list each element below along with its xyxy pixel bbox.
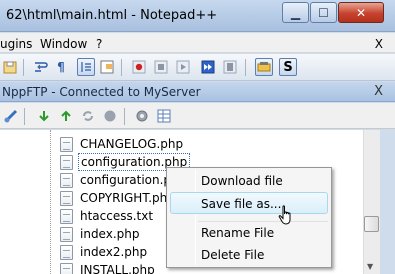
list-item[interactable]: htaccess.txt bbox=[60, 207, 155, 225]
upload-icon[interactable] bbox=[57, 107, 75, 125]
list-item[interactable]: INSTALL.php bbox=[60, 261, 157, 274]
file-icon bbox=[60, 226, 73, 242]
menu-item-save-file-as[interactable]: Save file as... bbox=[201, 197, 281, 211]
file-name: CHANGELOG.php bbox=[80, 137, 184, 151]
show-symbols-icon[interactable]: ¶ bbox=[52, 58, 70, 76]
file-icon bbox=[60, 262, 73, 274]
menu-item-download-file[interactable]: Download file bbox=[201, 174, 283, 188]
run-multiple-icon[interactable] bbox=[199, 58, 217, 76]
file-icon bbox=[60, 172, 73, 188]
menu-plugins[interactable]: ugins bbox=[0, 37, 32, 51]
menu-window[interactable]: Window bbox=[40, 37, 87, 51]
save-macro-icon[interactable] bbox=[221, 58, 239, 76]
window-titlebar: 62\html\main.html - Notepad++ ▁ ☐ ✕ bbox=[0, 0, 395, 32]
maximize-button[interactable]: ☐ bbox=[310, 2, 337, 23]
menu-item-rename-file[interactable]: Rename File bbox=[201, 226, 274, 240]
file-name: INSTALL.php bbox=[80, 263, 155, 274]
scroll-down-arrow-icon[interactable]: ▼ bbox=[367, 262, 373, 271]
spell-check-icon[interactable]: S bbox=[279, 58, 297, 76]
list-item[interactable]: CHANGELOG.php bbox=[60, 135, 185, 153]
ftp-toolbar bbox=[0, 103, 395, 129]
file-name: htaccess.txt bbox=[80, 209, 154, 223]
minimize-button[interactable]: ▁ bbox=[282, 2, 309, 23]
file-icon bbox=[60, 208, 73, 224]
abort-icon[interactable] bbox=[101, 107, 119, 125]
scrollbar-track[interactable] bbox=[363, 130, 380, 274]
menu-help[interactable]: ? bbox=[96, 37, 102, 51]
refresh-icon[interactable] bbox=[79, 107, 97, 125]
file-icon bbox=[60, 136, 73, 152]
file-name: index.php bbox=[80, 227, 140, 241]
menu-bar: ugins Window ? X bbox=[0, 33, 395, 53]
stop-macro-icon[interactable] bbox=[152, 58, 170, 76]
close-button[interactable]: ✕ bbox=[338, 2, 384, 23]
file-icon bbox=[60, 190, 73, 206]
wrap-icon[interactable] bbox=[32, 58, 50, 76]
ftp-panel-header: NppFTP - Connected to MyServer X bbox=[0, 82, 395, 102]
file-name: index2.php bbox=[80, 245, 148, 259]
vertical-scrollbar[interactable]: ▼ bbox=[363, 130, 395, 274]
scrollbar-thumb[interactable] bbox=[364, 216, 379, 232]
file-icon bbox=[60, 244, 73, 260]
ftp-icon[interactable] bbox=[255, 58, 273, 76]
menu-separator bbox=[198, 221, 328, 222]
hand-cursor-icon bbox=[278, 205, 291, 225]
message-window-icon[interactable] bbox=[155, 107, 173, 125]
save-all-icon[interactable] bbox=[1, 58, 19, 76]
file-name: COPYRIGHT.php bbox=[80, 191, 175, 205]
context-menu: Download file Save file as... Rename Fil… bbox=[166, 167, 332, 268]
list-item[interactable]: COPYRIGHT.php bbox=[60, 189, 177, 207]
window-title: 62\html\main.html - Notepad++ bbox=[6, 8, 218, 23]
ftp-panel-title: NppFTP - Connected to MyServer bbox=[2, 85, 201, 99]
settings-icon[interactable] bbox=[133, 107, 151, 125]
window-controls: ▁ ☐ ✕ bbox=[281, 2, 384, 23]
file-icon bbox=[60, 154, 73, 170]
close-document-button[interactable]: X bbox=[375, 37, 383, 51]
indent-guide-icon[interactable] bbox=[77, 58, 95, 76]
connect-icon[interactable] bbox=[2, 107, 20, 125]
main-toolbar: ¶ S bbox=[0, 54, 395, 81]
download-icon[interactable] bbox=[35, 107, 53, 125]
menu-item-delete-file[interactable]: Delete File bbox=[201, 248, 264, 262]
doc-map-icon[interactable] bbox=[98, 58, 116, 76]
ftp-panel-close-button[interactable]: X bbox=[374, 84, 383, 99]
list-item[interactable]: index2.php bbox=[60, 243, 149, 261]
play-macro-icon[interactable] bbox=[174, 58, 192, 76]
list-item[interactable]: index.php bbox=[60, 225, 141, 243]
record-macro-icon[interactable] bbox=[130, 58, 148, 76]
